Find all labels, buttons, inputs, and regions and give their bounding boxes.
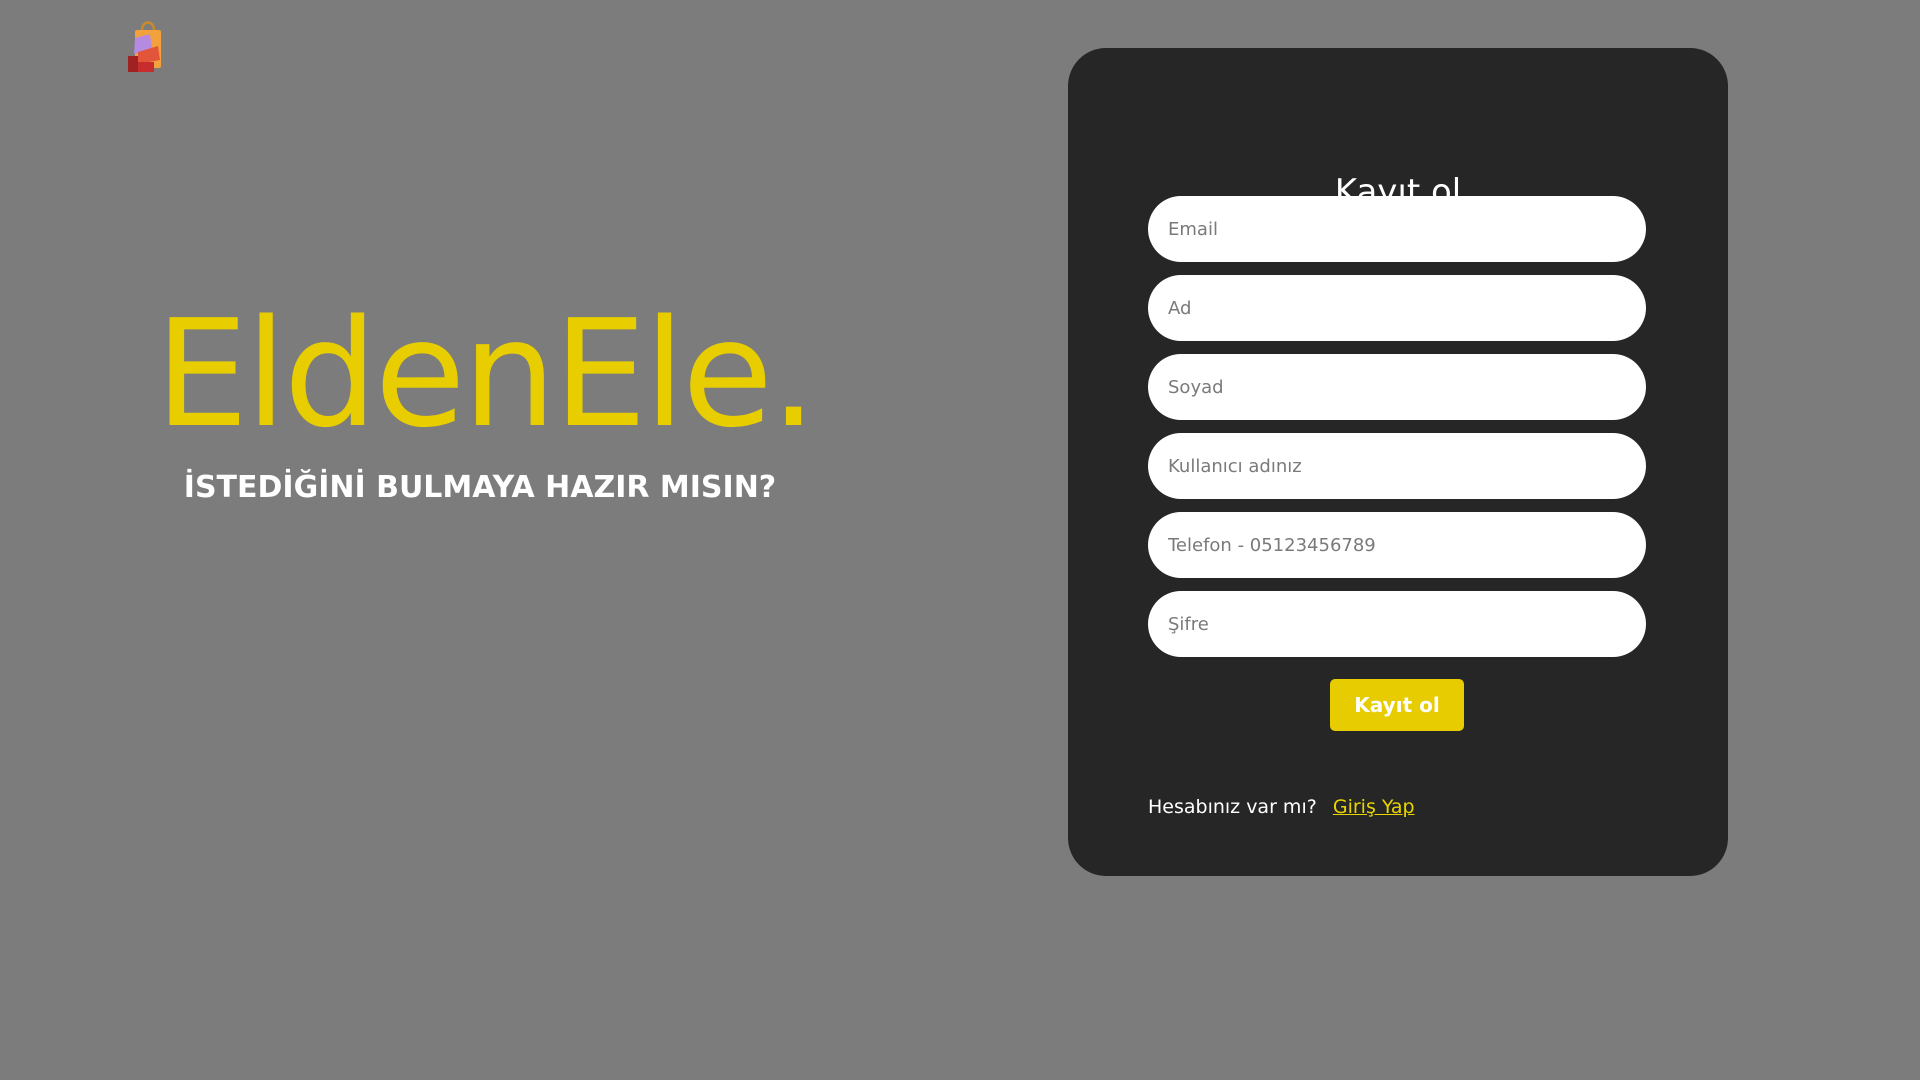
signup-card: Kayıt ol Kayıt ol Hesabınız var mı? Giri… bbox=[1068, 48, 1728, 876]
login-prompt-text: Hesabınız var mı? bbox=[1148, 796, 1317, 818]
signup-page: EldenEle. İSTEDİĞİNİ BULMAYA HAZIR MISIN… bbox=[0, 0, 1920, 1080]
hero-tagline: İSTEDİĞİNİ BULMAYA HAZIR MISIN? bbox=[183, 470, 777, 505]
phone-field[interactable] bbox=[1148, 512, 1646, 578]
hero: EldenEle. İSTEDİĞİNİ BULMAYA HAZIR MISIN… bbox=[155, 288, 817, 505]
shopping-bag-logo-icon bbox=[128, 21, 161, 72]
last-name-field[interactable] bbox=[1148, 354, 1646, 420]
password-field[interactable] bbox=[1148, 591, 1646, 657]
brand-title: EldenEle. bbox=[155, 288, 817, 460]
logo[interactable] bbox=[108, 16, 203, 100]
login-prompt-row: Hesabınız var mı? Giriş Yap bbox=[1148, 796, 1415, 818]
email-field[interactable] bbox=[1148, 196, 1646, 262]
register-button[interactable]: Kayıt ol bbox=[1330, 679, 1464, 731]
first-name-field[interactable] bbox=[1148, 275, 1646, 341]
login-link[interactable]: Giriş Yap bbox=[1333, 796, 1415, 818]
username-field[interactable] bbox=[1148, 433, 1646, 499]
